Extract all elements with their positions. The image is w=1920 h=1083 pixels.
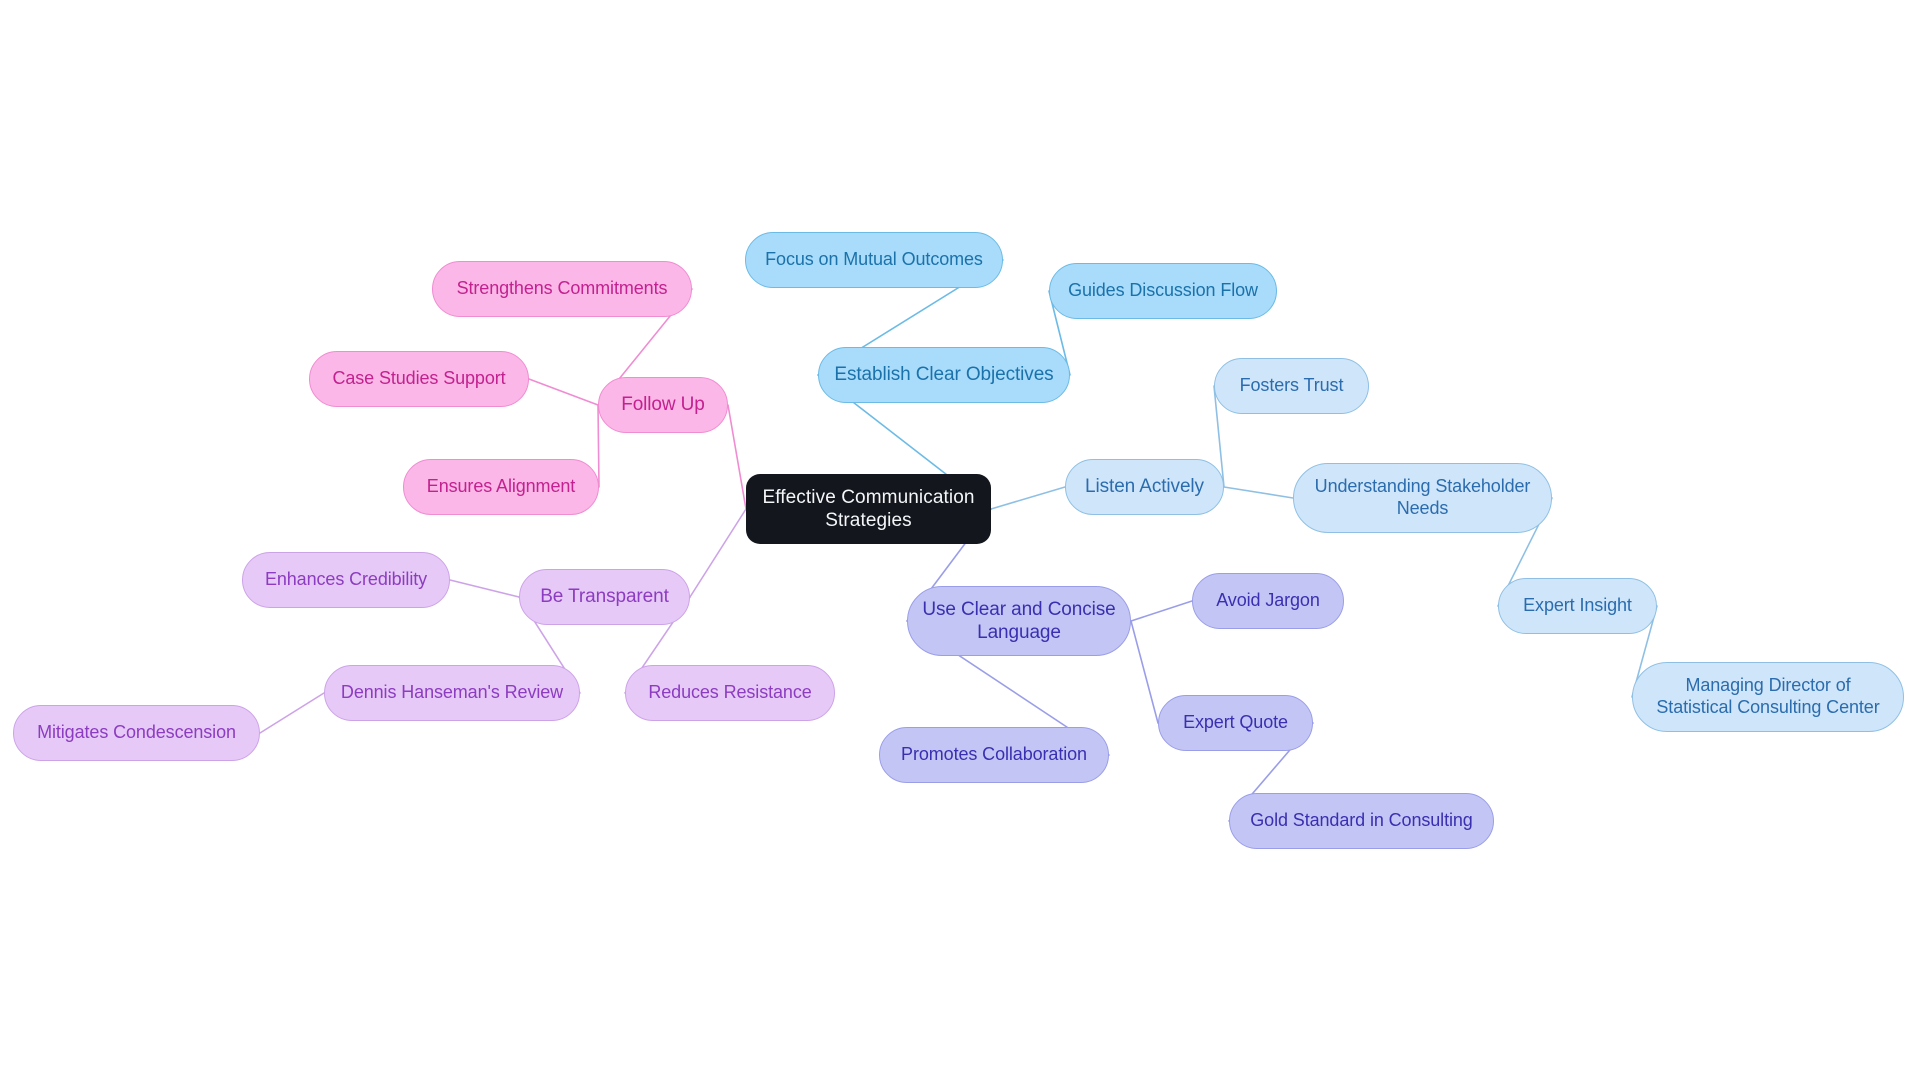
- mindmap-node-ensures-alignment[interactable]: Ensures Alignment: [403, 459, 599, 515]
- mindmap-node-case-studies-support[interactable]: Case Studies Support: [309, 351, 529, 407]
- mindmap-edge-listen-actively-to-understanding-stakeholder-needs: [1223, 486, 1294, 499]
- mindmap-edge-root-to-listen-actively: [990, 486, 1066, 510]
- mindmap-node-dennis-hansemans-review[interactable]: Dennis Hanseman's Review: [324, 665, 580, 721]
- mindmap-node-reduces-resistance[interactable]: Reduces Resistance: [625, 665, 835, 721]
- mindmap-edge-dennis-hansemans-review-to-mitigates-condescension: [259, 692, 325, 734]
- mindmap-node-enhances-credibility[interactable]: Enhances Credibility: [242, 552, 450, 608]
- mindmap-node-fosters-trust[interactable]: Fosters Trust: [1214, 358, 1369, 414]
- mindmap-root-node[interactable]: Effective Communication Strategies: [746, 474, 991, 544]
- mindmap-edge-be-transparent-to-enhances-credibility: [449, 579, 520, 598]
- mindmap-node-mitigates-condescension[interactable]: Mitigates Condescension: [13, 705, 260, 761]
- mindmap-edge-follow-up-to-ensures-alignment: [597, 404, 600, 488]
- mindmap-node-strengthens-commitments[interactable]: Strengthens Commitments: [432, 261, 692, 317]
- mindmap-canvas: Effective Communication Strategies Establ…: [0, 0, 1920, 1083]
- mindmap-node-gold-standard-in-consulting[interactable]: Gold Standard in Consulting: [1229, 793, 1494, 849]
- mindmap-node-focus-on-mutual-outcomes[interactable]: Focus on Mutual Outcomes: [745, 232, 1003, 288]
- mindmap-node-establish-clear-objectives[interactable]: Establish Clear Objectives: [818, 347, 1070, 403]
- mindmap-edge-use-clear-and-concise-language-to-avoid-jargon: [1130, 600, 1193, 622]
- mindmap-node-be-transparent[interactable]: Be Transparent: [519, 569, 690, 625]
- mindmap-edge-root-to-be-transparent: [689, 508, 747, 598]
- mindmap-node-managing-director[interactable]: Managing Director of Statistical Consult…: [1632, 662, 1904, 732]
- mindmap-node-listen-actively[interactable]: Listen Actively: [1065, 459, 1224, 515]
- mindmap-edge-use-clear-and-concise-language-to-expert-quote: [1130, 620, 1159, 724]
- mindmap-node-avoid-jargon[interactable]: Avoid Jargon: [1192, 573, 1344, 629]
- mindmap-node-promotes-collaboration[interactable]: Promotes Collaboration: [879, 727, 1109, 783]
- mindmap-node-expert-quote[interactable]: Expert Quote: [1158, 695, 1313, 751]
- mindmap-node-expert-insight[interactable]: Expert Insight: [1498, 578, 1657, 634]
- mindmap-node-guides-discussion-flow[interactable]: Guides Discussion Flow: [1049, 263, 1277, 319]
- mindmap-edge-root-to-follow-up: [727, 404, 747, 510]
- mindmap-node-understanding-stakeholder-needs[interactable]: Understanding Stakeholder Needs: [1293, 463, 1552, 533]
- mindmap-node-use-clear-and-concise-language[interactable]: Use Clear and Concise Language: [907, 586, 1131, 656]
- mindmap-node-follow-up[interactable]: Follow Up: [598, 377, 728, 433]
- mindmap-edge-follow-up-to-case-studies-support: [528, 378, 599, 406]
